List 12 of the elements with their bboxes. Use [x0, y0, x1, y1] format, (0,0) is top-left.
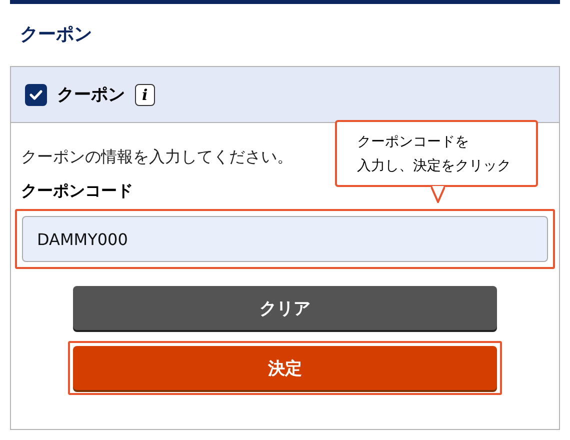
- instruction-text: クーポンの情報を入力してください。: [21, 147, 293, 168]
- checkmark-icon: [29, 88, 43, 100]
- callout-text: クーポンコードを: [357, 133, 470, 152]
- field-label: クーポンコード: [21, 181, 133, 202]
- callout-text: 入力し、決定をクリック: [357, 157, 512, 176]
- checkbox[interactable]: [25, 84, 47, 106]
- coupon-code-field[interactable]: DAMMY000: [22, 216, 548, 262]
- info-icon[interactable]: i: [135, 84, 155, 106]
- clear-button[interactable]: クリア: [73, 286, 497, 330]
- checkbox-label: クーポン: [57, 84, 125, 106]
- page-title: クーポン: [20, 24, 92, 46]
- confirm-button[interactable]: 決定: [73, 346, 497, 390]
